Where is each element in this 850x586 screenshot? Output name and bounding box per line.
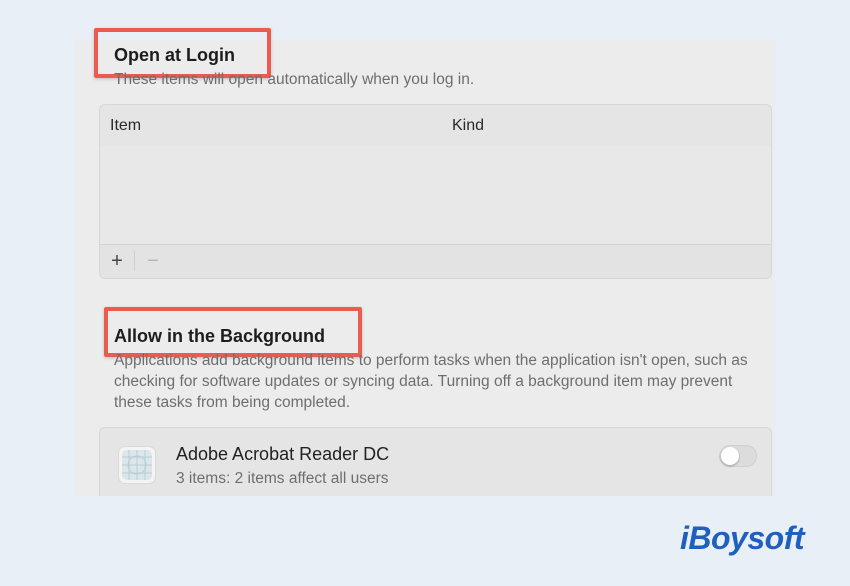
login-items-list[interactable] xyxy=(100,146,771,246)
acrobat-reader-icon xyxy=(118,446,156,484)
remove-item-button[interactable]: − xyxy=(138,249,168,273)
logo-text: iBoysoft xyxy=(680,520,805,556)
column-header-kind[interactable]: Kind xyxy=(452,117,484,135)
allow-background-toggle[interactable] xyxy=(719,445,757,467)
table-header: Item Kind xyxy=(100,105,771,147)
login-items-table: Item Kind + − xyxy=(99,104,772,279)
app-name: Adobe Acrobat Reader DC xyxy=(176,444,390,464)
open-at-login-description: These items will open automatically when… xyxy=(114,71,475,88)
background-item-row: Adobe Acrobat Reader DC 3 items: 2 items… xyxy=(99,427,772,496)
toggle-knob xyxy=(721,447,739,465)
table-toolbar: + − xyxy=(100,244,771,278)
allow-in-background-description: Applications add background items to per… xyxy=(114,352,748,411)
toolbar-divider xyxy=(134,251,135,271)
column-header-item[interactable]: Item xyxy=(110,117,141,135)
iboysoft-logo: iBoysoft xyxy=(680,520,805,557)
add-item-button[interactable]: + xyxy=(102,249,132,273)
app-item-count: 3 items: 2 items affect all users xyxy=(176,470,389,487)
